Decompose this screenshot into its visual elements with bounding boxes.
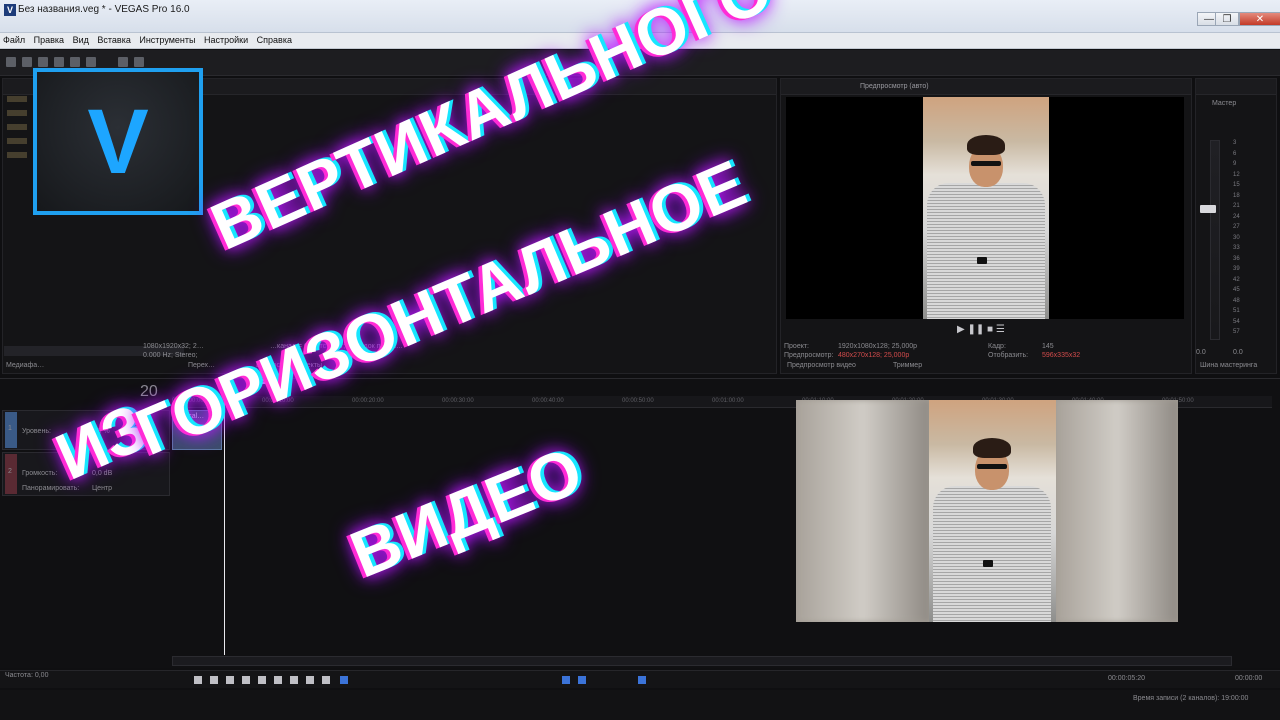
preview-transport[interactable]: ▶ ❚❚ ■ ☰ xyxy=(957,324,1027,335)
go-to-end-icon[interactable] xyxy=(290,676,298,684)
project-value: 1920x1080x128; 25,000p xyxy=(838,343,918,350)
meter-scale-label: 48 xyxy=(1233,297,1240,304)
menu-tools[interactable]: Инструменты xyxy=(136,33,198,47)
media-info-1: 1080x1920x32; 2… xyxy=(143,343,204,350)
close-button[interactable]: ✕ xyxy=(1239,12,1280,26)
frame-value: 145 xyxy=(1042,343,1054,350)
new-icon[interactable] xyxy=(6,57,16,67)
tab-trimmer[interactable]: Триммер xyxy=(893,362,922,369)
project-label: Проект: xyxy=(784,343,810,350)
meter-scale-label: 51 xyxy=(1233,308,1240,314)
cursor-time: 00:00:05:20 xyxy=(1108,675,1145,682)
video-track-number: 1 xyxy=(8,425,12,432)
meter-scale-label: 12 xyxy=(1233,171,1240,178)
redo-icon[interactable] xyxy=(134,57,144,67)
preview-value: 480x270x128; 25,000p xyxy=(838,352,910,359)
preview-label: Предпросмотр: xyxy=(784,352,834,359)
pan-value[interactable]: Центр xyxy=(92,485,112,492)
pan-label: Панорамировать: xyxy=(22,485,80,492)
undo-icon[interactable] xyxy=(118,57,128,67)
maximize-button[interactable]: ❐ xyxy=(1215,12,1239,26)
master-left-value: 0.0 xyxy=(1196,349,1206,356)
meter-scale-label: 6 xyxy=(1233,150,1237,157)
go-to-start-icon[interactable] xyxy=(274,676,282,684)
app-icon: V xyxy=(4,4,16,16)
auto-ripple-icon[interactable] xyxy=(578,676,586,684)
transport-bar: Частота: 0,00 00:00:05:20 00:00:00 xyxy=(0,670,1280,688)
meter-scale-label: 36 xyxy=(1233,255,1240,262)
lock-envelopes-icon[interactable] xyxy=(638,676,646,684)
ruler-mark: 00:00:20:00 xyxy=(352,398,384,404)
master-bus-tab[interactable]: Шина мастеринга xyxy=(1200,362,1257,369)
menu-view[interactable]: Вид xyxy=(70,33,92,47)
media-info-2: 0.000 Hz; Stereo; xyxy=(143,352,198,359)
prev-frame-icon[interactable] xyxy=(306,676,314,684)
master-bus-toolbar xyxy=(1196,79,1276,95)
tab-preview-video[interactable]: Предпросмотр видео xyxy=(787,362,856,369)
vegas-logo: V xyxy=(33,68,203,215)
preview-toolbar xyxy=(781,79,1191,95)
master-right-value: 0.0 xyxy=(1233,349,1243,356)
ruler-mark: 00:00:40:00 xyxy=(532,398,564,404)
folder-tree[interactable] xyxy=(7,96,27,166)
menu-options[interactable]: Настройки xyxy=(201,33,251,47)
menu-file[interactable]: Файл xyxy=(0,33,28,47)
preview-mode-select[interactable]: Предпросмотр (авто) xyxy=(860,83,929,90)
snapping-icon[interactable] xyxy=(562,676,570,684)
render-icon[interactable] xyxy=(54,57,64,67)
result-preview-center xyxy=(929,400,1056,622)
meter-scale-label: 3 xyxy=(1233,140,1237,146)
properties-icon[interactable] xyxy=(70,57,80,67)
audio-track-number: 2 xyxy=(8,468,12,475)
master-meter xyxy=(1210,140,1220,340)
meter-scale-label: 15 xyxy=(1233,182,1240,188)
meter-scale-label: 42 xyxy=(1233,276,1240,283)
record-time: Время записи (2 каналов): 19:00:00 xyxy=(1133,695,1249,702)
timeline-scrollbar[interactable] xyxy=(172,656,1232,666)
tab-media[interactable]: Медиафа… xyxy=(6,362,44,369)
preview-frame-image xyxy=(923,97,1049,319)
next-frame-icon[interactable] xyxy=(322,676,330,684)
play-from-start-icon[interactable] xyxy=(210,676,218,684)
window-title: Без названия.veg * - VEGAS Pro 16.0 xyxy=(18,4,190,15)
meter-scale-label: 24 xyxy=(1233,213,1240,220)
menu-insert[interactable]: Вставка xyxy=(94,33,133,47)
frame-label: Кадр: xyxy=(988,343,1006,350)
meter-scale-label: 9 xyxy=(1233,161,1237,167)
rate-label: Частота: 0,00 xyxy=(5,672,49,679)
ruler-mark: 00:00:50:00 xyxy=(622,398,654,404)
result-preview xyxy=(796,400,1178,622)
meter-scale-label: 45 xyxy=(1233,287,1240,293)
display-label: Отобразить: xyxy=(988,352,1029,359)
meter-scale-label: 18 xyxy=(1233,192,1240,199)
display-value: 596x335x32 xyxy=(1042,352,1081,359)
end-time: 00:00:00 xyxy=(1235,675,1263,682)
menu-edit[interactable]: Правка xyxy=(31,33,67,47)
meter-scale-label: 54 xyxy=(1233,318,1240,325)
master-fader[interactable] xyxy=(1200,205,1216,213)
meter-scale-label: 21 xyxy=(1233,203,1240,209)
status-bar: Время записи (2 каналов): 19:00:00 xyxy=(0,690,1280,720)
meter-scale-label: 39 xyxy=(1233,266,1240,272)
pause-icon[interactable] xyxy=(242,676,250,684)
meter-scale-label: 27 xyxy=(1233,224,1240,230)
vegas-window: V Без названия.veg * - VEGAS Pro 16.0 — … xyxy=(0,0,1280,720)
meter-scale-label: 33 xyxy=(1233,245,1240,251)
normal-edit-tool-icon[interactable] xyxy=(340,676,348,684)
stop-icon[interactable] xyxy=(258,676,266,684)
menu-help[interactable]: Справка xyxy=(254,33,295,47)
vegas-logo-letter: V xyxy=(87,91,149,193)
ruler-mark: 00:01:00:00 xyxy=(712,398,744,404)
ruler-mark: 00:00:30:00 xyxy=(442,398,474,404)
meter-scale-label: 30 xyxy=(1233,234,1240,241)
volume-label: Громкость: xyxy=(22,470,58,477)
loop-icon[interactable] xyxy=(194,676,202,684)
play-icon[interactable] xyxy=(226,676,234,684)
save-icon[interactable] xyxy=(38,57,48,67)
open-icon[interactable] xyxy=(22,57,32,67)
meter-scale-label: 57 xyxy=(1233,329,1240,335)
settings-icon[interactable] xyxy=(86,57,96,67)
master-title: Мастер xyxy=(1212,100,1237,107)
